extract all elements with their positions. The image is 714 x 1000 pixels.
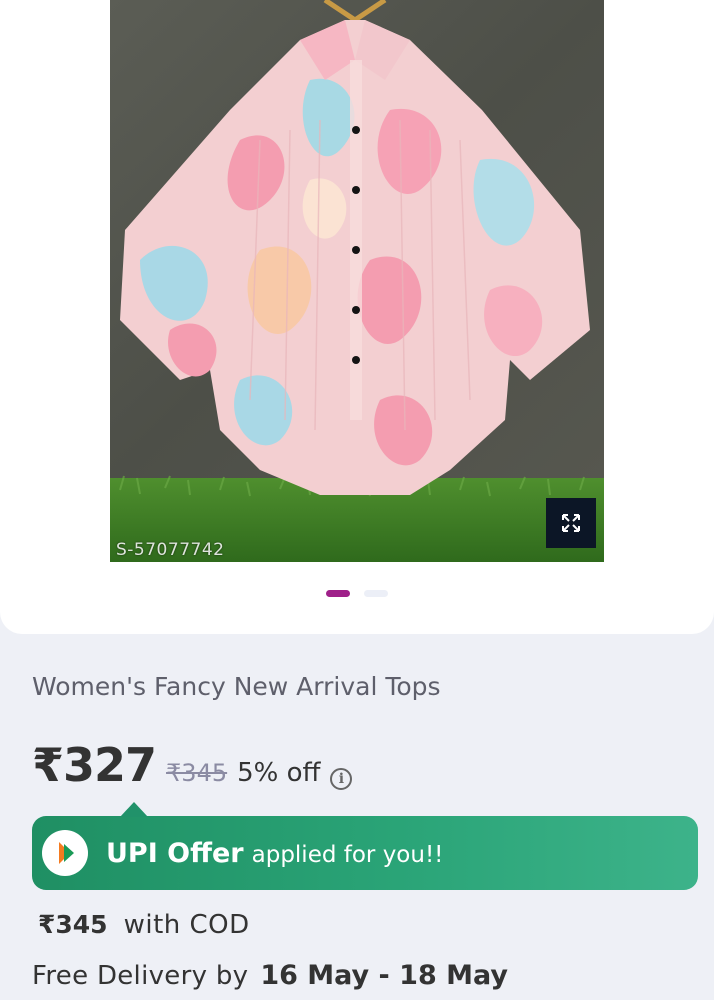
cod-price-row: ₹345 with COD — [38, 910, 250, 940]
carousel-dot-2[interactable] — [364, 590, 388, 597]
expand-icon — [562, 514, 580, 532]
product-image-card: S-57077742 — [0, 0, 714, 634]
carousel-dot-1[interactable] — [326, 590, 350, 597]
discount-percent: 5% off — [237, 758, 321, 788]
upi-banner-notch — [120, 802, 148, 817]
product-image[interactable]: S-57077742 — [110, 0, 604, 562]
product-title: Women's Fancy New Arrival Tops — [32, 672, 441, 701]
info-icon[interactable]: i — [330, 768, 353, 790]
price-current: ₹327 — [32, 738, 157, 792]
delivery-date: 16 May - 18 May — [260, 960, 508, 991]
expand-image-button[interactable] — [546, 498, 596, 548]
delivery-row: Free Delivery by 16 May - 18 May — [32, 960, 508, 991]
cod-label: with COD — [123, 910, 250, 940]
price-row: ₹327 ₹345 5% off i — [32, 738, 353, 792]
upi-logo-icon — [42, 830, 88, 876]
delivery-label: Free Delivery by — [32, 961, 249, 991]
upi-offer-text: UPI Offer applied for you!! — [106, 838, 443, 869]
cod-price: ₹345 — [38, 910, 108, 939]
upi-offer-subtitle: applied for you!! — [251, 841, 444, 868]
carousel-dots — [0, 590, 714, 597]
price-mrp: ₹345 — [166, 759, 228, 787]
product-photo-illustration — [110, 0, 604, 562]
sku-watermark: S-57077742 — [116, 540, 225, 560]
upi-offer-title: UPI Offer — [106, 837, 244, 869]
upi-offer-banner: UPI Offer applied for you!! — [32, 802, 698, 890]
